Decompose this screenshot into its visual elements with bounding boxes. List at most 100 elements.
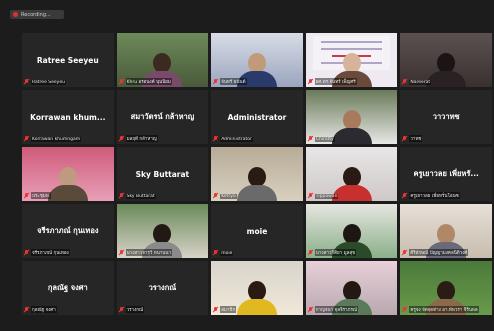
participant-label: Administrator xyxy=(213,136,253,142)
participant-name: Ketryo xyxy=(220,193,237,199)
participant-tile[interactable]: Khru อรอนงค์ นุนนิยม xyxy=(116,33,209,87)
participant-tile[interactable]: moie moie xyxy=(211,204,303,258)
participant-silhouette xyxy=(236,281,277,315)
participant-label: นางสาวกิติยา มูลสุข xyxy=(308,249,357,256)
participant-label: มลฤดี กล้าหาญ xyxy=(119,135,158,142)
participant-tile[interactable]: Sky Buttarat Sky Buttarat xyxy=(116,147,209,201)
mic-muted-icon xyxy=(308,193,313,199)
participant-display-name: Ratree Seeyeu xyxy=(36,55,99,65)
participant-label: ครูจง จัดจุดต่าง อา.ทัพวรา จิรินพล xyxy=(402,306,479,313)
participant-tile[interactable]: Ratree Seeyeu Ratree Seeyeu xyxy=(22,33,114,87)
participant-label: Tippawan xyxy=(308,193,339,199)
record-dot-icon xyxy=(13,12,18,17)
participant-gallery: Ratree Seeyeu Ratree Seeyeu Khru อรอนงค์ น… xyxy=(22,33,492,315)
participant-display-name: Administrator xyxy=(227,112,287,122)
participant-silhouette xyxy=(236,167,277,201)
participant-name: จรีรภาภณ์ กุนเทอง xyxy=(31,249,70,256)
participant-label: Chiratty xyxy=(308,136,335,142)
recording-label: Recording... xyxy=(21,11,51,18)
participant-name: นางสาวจารุวี หนานนา xyxy=(125,249,172,256)
participant-label: ประชุมพ. xyxy=(24,192,52,199)
mic-muted-icon xyxy=(402,135,407,142)
participant-name: moie xyxy=(220,250,234,256)
participant-tile[interactable]: กาญจนา จุลจิราภรณ์ xyxy=(305,261,398,315)
participant-silhouette xyxy=(426,53,467,87)
mic-muted-icon xyxy=(24,192,29,199)
participant-name: ครูจง จัดจุดต่าง อา.ทัพวรา จิรินพล xyxy=(409,306,479,313)
mic-muted-icon xyxy=(119,249,124,256)
participant-name: วรางกณ์ xyxy=(125,306,145,313)
participant-name: กาญจนา จุลจิราภรณ์ xyxy=(314,306,359,313)
mic-muted-icon xyxy=(213,136,218,142)
mic-muted-icon xyxy=(213,250,218,256)
participant-tile[interactable]: วาวาทชวาทช xyxy=(400,90,492,144)
participant-name: Administrator xyxy=(220,136,253,142)
mic-muted-icon xyxy=(119,306,124,313)
mic-muted-icon xyxy=(213,193,218,199)
participant-label: วรางกณ์ xyxy=(119,306,145,313)
participant-name: สมาชิก xyxy=(220,306,237,313)
participant-tile[interactable]: ศิริลักษณ์ ปัญญามงคลนิติวงศ์ xyxy=(400,204,492,258)
participant-display-name: ครูเยาวลย เพี่ยหรั... xyxy=(413,169,479,178)
participant-label: Ratree Seeyeu xyxy=(24,79,66,85)
participant-name: ศิริลักษณ์ ปัญญามงคลนิติวงศ์ xyxy=(409,249,469,256)
mic-muted-icon xyxy=(402,192,407,199)
participant-tile[interactable]: Ketryo xyxy=(211,147,303,201)
mic-muted-icon xyxy=(402,249,407,256)
participant-tile[interactable]: สมาชิก xyxy=(211,261,303,315)
recording-indicator: Recording... xyxy=(10,10,64,19)
participant-display-name: กุลณัฐ จงศา xyxy=(47,283,88,292)
participant-tile[interactable]: ประชุมพ. xyxy=(22,147,114,201)
participant-label: จันทร์ ธนันต์ xyxy=(213,78,247,85)
mic-muted-icon xyxy=(119,78,124,85)
mic-muted-icon xyxy=(24,249,29,256)
mic-muted-icon xyxy=(213,78,218,85)
participant-display-name: วรางกณ์ xyxy=(148,283,177,292)
participant-label: Ketryo xyxy=(213,193,237,199)
participant-display-name: Korrawan khum... xyxy=(30,112,106,122)
mic-muted-icon xyxy=(308,306,313,313)
participant-tile[interactable]: ครูจง จัดจุดต่าง อา.ทัพวรา จิรินพล xyxy=(400,261,492,315)
participant-label: Korrawan khumngam xyxy=(24,136,82,142)
participant-display-name: สมาวัตรน์ กล้าหาญ xyxy=(130,112,195,121)
participant-tile[interactable]: จรีรภาภณ์ กุนเทอง จรีรภาภณ์ กุนเทอง xyxy=(22,204,114,258)
participant-display-name: Sky Buttarat xyxy=(135,169,190,179)
participant-tile[interactable]: Administrator Administrator xyxy=(211,90,303,144)
mic-muted-icon xyxy=(308,78,313,85)
participant-tile[interactable]: Tippawan xyxy=(305,147,398,201)
participant-name: ประชุมพ. xyxy=(31,192,52,199)
participant-tile[interactable]: สมาวัตรน์ กล้าหาญมลฤดี กล้าหาญ xyxy=(116,90,209,144)
participant-tile[interactable]: นางสาวจารุวี หนานนา xyxy=(116,204,209,258)
participant-display-name: วาวาทช xyxy=(432,112,460,121)
participant-tile[interactable]: Korrawan khum... Korrawan khumngam xyxy=(22,90,114,144)
participant-label: ผศ.ดร.จันทร์ เพ็ญศรี xyxy=(308,78,357,85)
participant-label: Sky Buttarat xyxy=(119,193,156,199)
participant-label: นางสาวจารุวี หนานนา xyxy=(119,249,172,256)
participant-name: Nareerat xyxy=(409,79,432,85)
participant-name: Sky Buttarat xyxy=(125,193,156,199)
participant-label: กาญจนา จุลจิราภรณ์ xyxy=(308,306,359,313)
mic-muted-icon xyxy=(24,136,29,142)
participant-name: กุลณัฐ จงศา xyxy=(31,306,57,313)
participant-tile[interactable]: กุลณัฐ จงศา กุลณัฐ จงศา xyxy=(22,261,114,315)
participant-silhouette xyxy=(47,167,88,201)
participant-tile[interactable]: จันทร์ ธนันต์ xyxy=(211,33,303,87)
participant-label: Khru อรอนงค์ นุนนิยม xyxy=(119,78,172,85)
mic-muted-icon xyxy=(402,306,407,313)
participant-name: จันทร์ ธนันต์ xyxy=(220,78,247,85)
participant-tile[interactable]: Chiratty xyxy=(305,90,398,144)
participant-tile[interactable]: ครูเยาวลย เพี่ยหรั... ครูเยาวลย เพี่ยหรั่… xyxy=(400,147,492,201)
mic-muted-icon xyxy=(308,249,313,256)
participant-name: Ratree Seeyeu xyxy=(31,79,66,85)
participant-tile[interactable]: ผศ.ดร.จันทร์ เพ็ญศรี xyxy=(305,33,398,87)
participant-display-name: จรีรภาภณ์ กุนเทอง xyxy=(37,226,99,235)
participant-name: ผศ.ดร.จันทร์ เพ็ญศรี xyxy=(314,78,357,85)
mic-muted-icon xyxy=(402,79,407,85)
participant-label: Nareerat xyxy=(402,79,432,85)
participant-tile[interactable]: นางสาวกิติยา มูลสุข xyxy=(305,204,398,258)
participant-tile[interactable]: Nareerat xyxy=(400,33,492,87)
participant-tile[interactable]: วรางกณ์ วรางกณ์ xyxy=(116,261,209,315)
mic-muted-icon xyxy=(308,136,313,142)
participant-name: วาทช xyxy=(409,135,423,142)
participant-name: มลฤดี กล้าหาญ xyxy=(125,135,158,142)
